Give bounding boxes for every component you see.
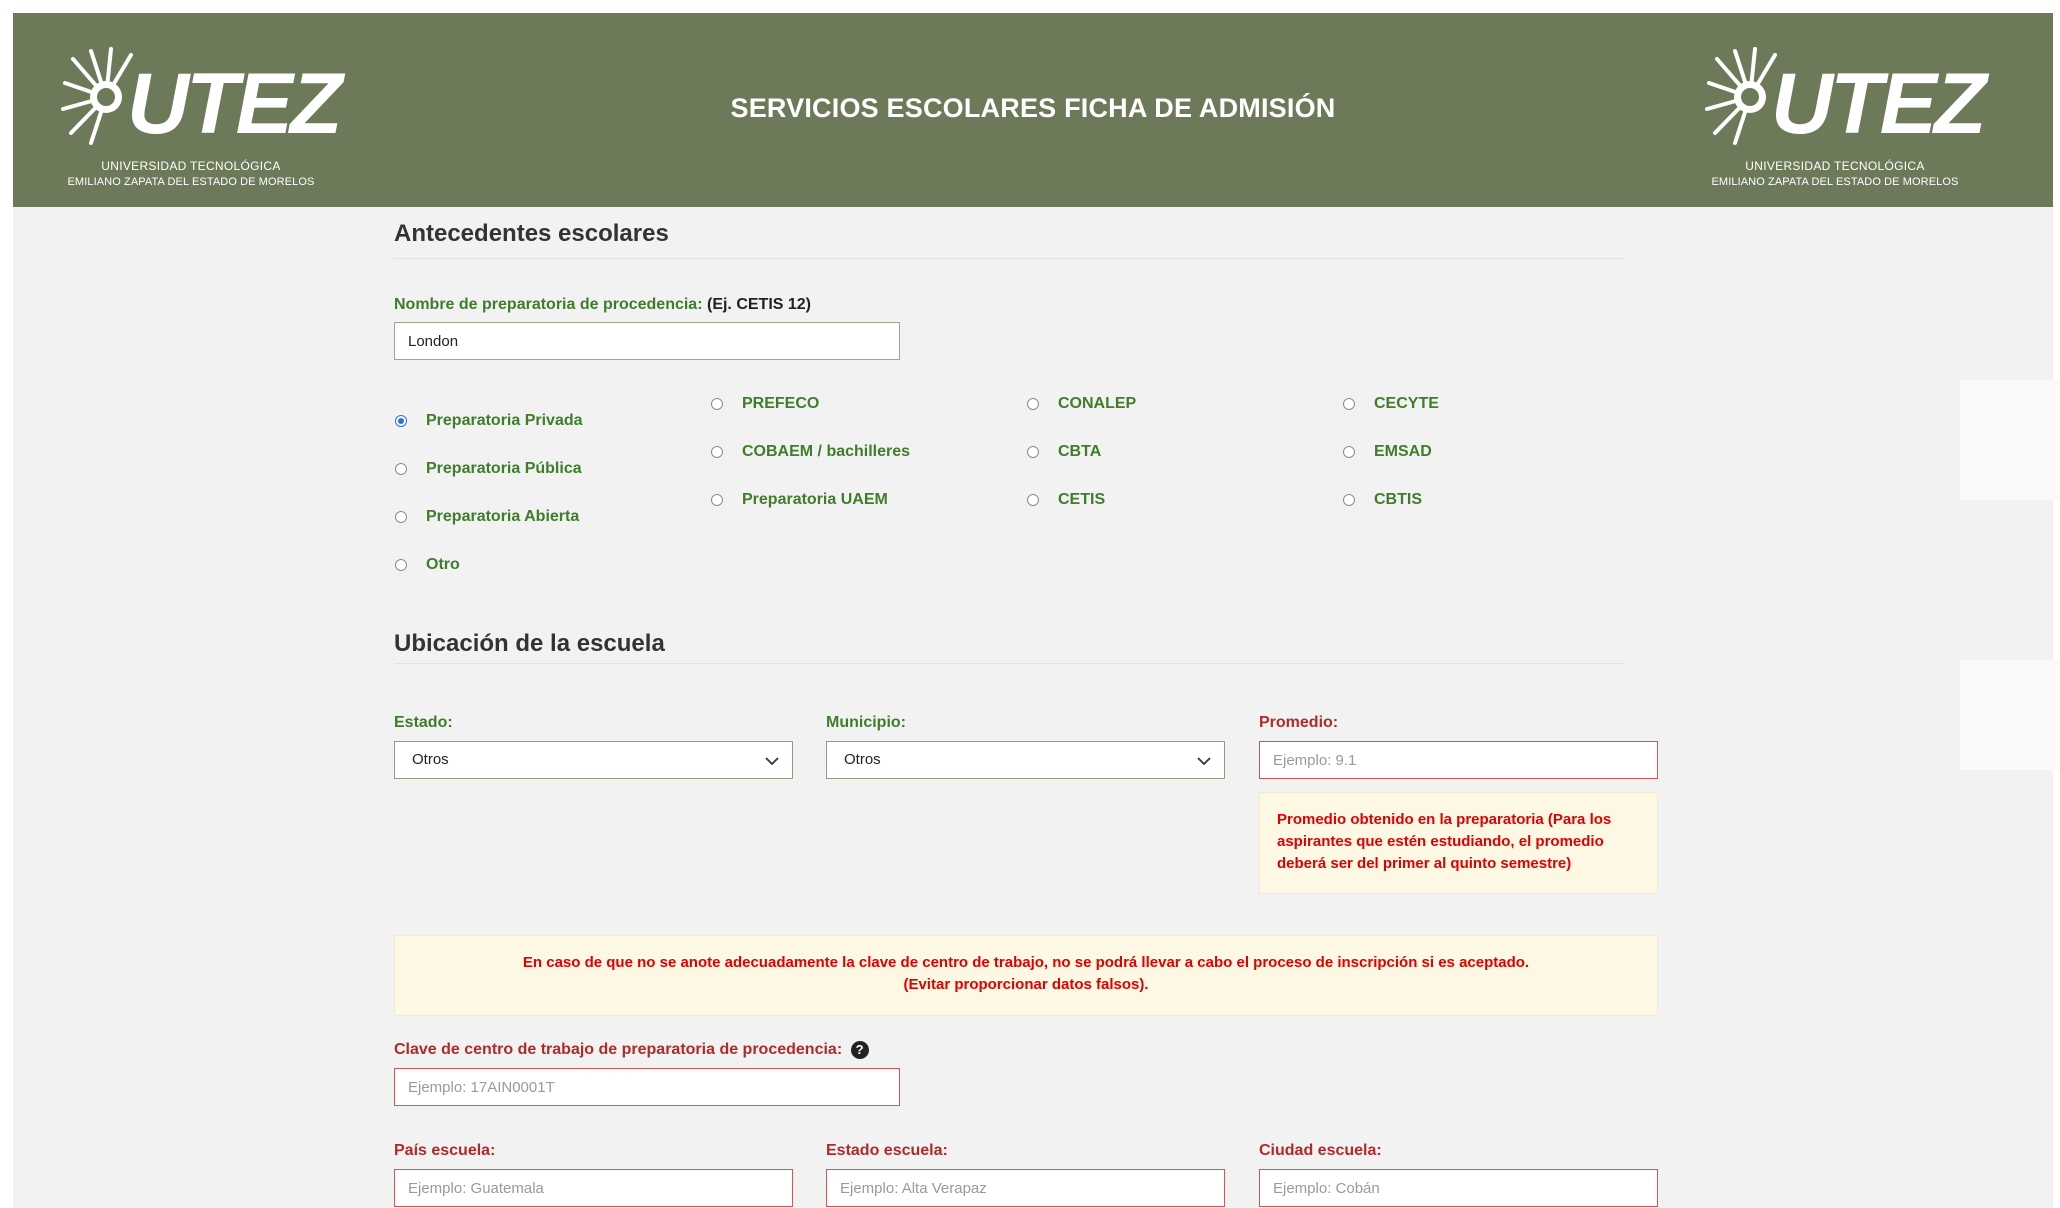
ciudad-escuela-label: Ciudad escuela: [1259,1142,1382,1159]
radio-button[interactable] [1027,398,1039,410]
estado-escuela-label: Estado escuela: [826,1142,948,1159]
logo-subtitle-line2: EMILIANO ZAPATA DEL ESTADO DE MORELOS [67,176,315,188]
radio-label: CBTIS [1374,491,1422,508]
radio-button[interactable] [395,511,407,523]
warning-line2: (Evitar proporcionar datos falsos). [903,976,1149,993]
radio-option[interactable]: CBTIS [1343,491,1422,509]
school-name-label: Nombre de preparatoria de procedencia: (… [394,296,811,314]
header-banner: UTEZ UNIVERSIDAD TECNOLÓGICA EMILIANO ZA… [13,13,2053,207]
logo-wordmark: UTEZ [1771,56,1987,152]
radio-option[interactable]: Preparatoria Privada [395,412,583,430]
estado-select-value: Otros [412,751,449,768]
radio-button[interactable] [1343,494,1355,506]
radio-label: COBAEM / bachilleres [742,443,911,460]
section-divider [394,258,1624,259]
radio-button[interactable] [711,398,723,410]
radio-label: PREFECO [742,395,820,412]
warning-line1: En caso de que no se anote adecuadamente… [522,954,1530,971]
radio-label: CBTA [1058,443,1102,460]
radio-option[interactable]: COBAEM / bachilleres [711,443,910,461]
radio-button[interactable] [395,559,407,571]
logo-subtitle-line1: UNIVERSIDAD TECNOLÓGICA [1745,159,1925,173]
radio-button[interactable] [711,494,723,506]
school-name-example: (Ej. CETIS 12) [706,296,812,313]
estado-select[interactable]: Otros [394,741,793,779]
radio-label: Preparatoria Pública [426,460,582,477]
utez-logo-right: UTEZ UNIVERSIDAD TECNOLÓGICA EMILIANO ZA… [1705,47,1987,197]
estado-escuela-input[interactable] [826,1169,1225,1207]
radio-label: Otro [426,556,460,573]
municipio-select[interactable]: Otros [826,741,1225,779]
chevron-down-icon [1197,757,1211,766]
chevron-down-icon [765,757,779,766]
clave-warning-box: En caso de que no se anote adecuadamente… [394,935,1658,1016]
radio-button[interactable] [1343,398,1355,410]
radio-label: CONALEP [1058,395,1137,412]
radio-label: Preparatoria Abierta [426,508,580,525]
logo-subtitle-line2: EMILIANO ZAPATA DEL ESTADO DE MORELOS [1711,176,1959,188]
clave-input[interactable] [394,1068,900,1106]
radio-option[interactable]: CECYTE [1343,395,1439,413]
radio-button[interactable] [1027,494,1039,506]
promedio-input[interactable] [1259,741,1658,779]
section-divider [394,663,1624,664]
radio-label: CECYTE [1374,395,1439,412]
pais-escuela-label: País escuela: [394,1142,496,1159]
radio-option[interactable]: Preparatoria Abierta [395,508,579,526]
promedio-label: Promedio: [1259,714,1339,731]
clave-label: Clave de centro de trabajo de preparator… [394,1041,869,1059]
radio-option[interactable]: EMSAD [1343,443,1432,461]
section-title-antecedentes: Antecedentes escolares [394,220,669,247]
radio-label: Preparatoria UAEM [742,491,888,508]
estado-label: Estado: [394,714,453,731]
radio-button[interactable] [1027,446,1039,458]
radio-option[interactable]: CETIS [1027,491,1105,509]
ciudad-escuela-input[interactable] [1259,1169,1658,1207]
decorative-shape [1960,380,2060,500]
school-name-label-text: Nombre de preparatoria de procedencia: [394,296,703,313]
school-name-input[interactable] [394,322,900,360]
section-title-ubicacion: Ubicación de la escuela [394,630,665,657]
radio-button[interactable] [1343,446,1355,458]
logo-subtitle-line1: UNIVERSIDAD TECNOLÓGICA [101,159,281,173]
radio-label: CETIS [1058,491,1106,508]
radio-option[interactable]: Preparatoria Pública [395,460,582,478]
radio-option[interactable]: Preparatoria UAEM [711,491,888,509]
pais-escuela-input[interactable] [394,1169,793,1207]
promedio-note: Promedio obtenido en la preparatoria (Pa… [1259,792,1658,894]
clave-label-text: Clave de centro de trabajo de preparator… [394,1041,843,1059]
radio-option[interactable]: Otro [395,556,460,574]
radio-option[interactable]: PREFECO [711,395,819,413]
radio-button[interactable] [711,446,723,458]
municipio-label: Municipio: [826,714,906,731]
radio-button-selected[interactable] [395,415,407,427]
radio-option[interactable]: CBTA [1027,443,1101,461]
radio-option[interactable]: CONALEP [1027,395,1136,413]
decorative-shape [1960,660,2060,770]
radio-label: EMSAD [1374,443,1432,460]
municipio-select-value: Otros [844,751,881,768]
radio-label: Preparatoria Privada [426,412,583,429]
help-icon[interactable]: ? [850,1041,869,1059]
radio-button[interactable] [395,463,407,475]
